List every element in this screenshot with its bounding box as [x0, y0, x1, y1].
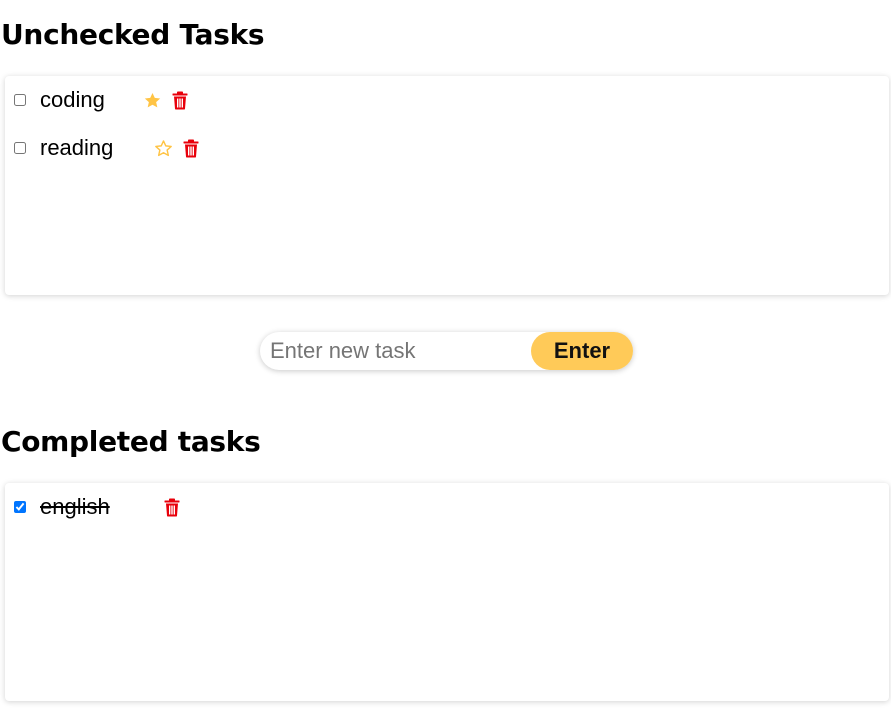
trash-icon[interactable]	[170, 90, 190, 110]
unchecked-tasks-panel: coding reading	[5, 76, 889, 295]
star-outline-icon[interactable]	[153, 138, 173, 158]
task-row-coding: coding	[14, 86, 105, 114]
task-checkbox[interactable]	[14, 501, 26, 513]
task-label: coding	[40, 87, 105, 112]
trash-icon[interactable]	[162, 497, 182, 517]
task-label: english	[40, 494, 110, 519]
task-label: reading	[40, 135, 114, 160]
completed-tasks-heading: Completed tasks	[1, 425, 261, 458]
star-filled-icon[interactable]	[142, 90, 162, 110]
enter-button[interactable]: Enter	[531, 332, 633, 370]
completed-tasks-panel: english	[5, 483, 889, 701]
task-row-english: english	[14, 493, 110, 521]
task-checkbox[interactable]	[14, 142, 26, 154]
trash-icon[interactable]	[181, 138, 201, 158]
unchecked-tasks-heading: Unchecked Tasks	[1, 18, 265, 51]
new-task-input[interactable]	[270, 336, 530, 366]
task-row-reading: reading	[14, 134, 113, 162]
task-checkbox[interactable]	[14, 94, 26, 106]
new-task-form: Enter	[260, 332, 633, 370]
